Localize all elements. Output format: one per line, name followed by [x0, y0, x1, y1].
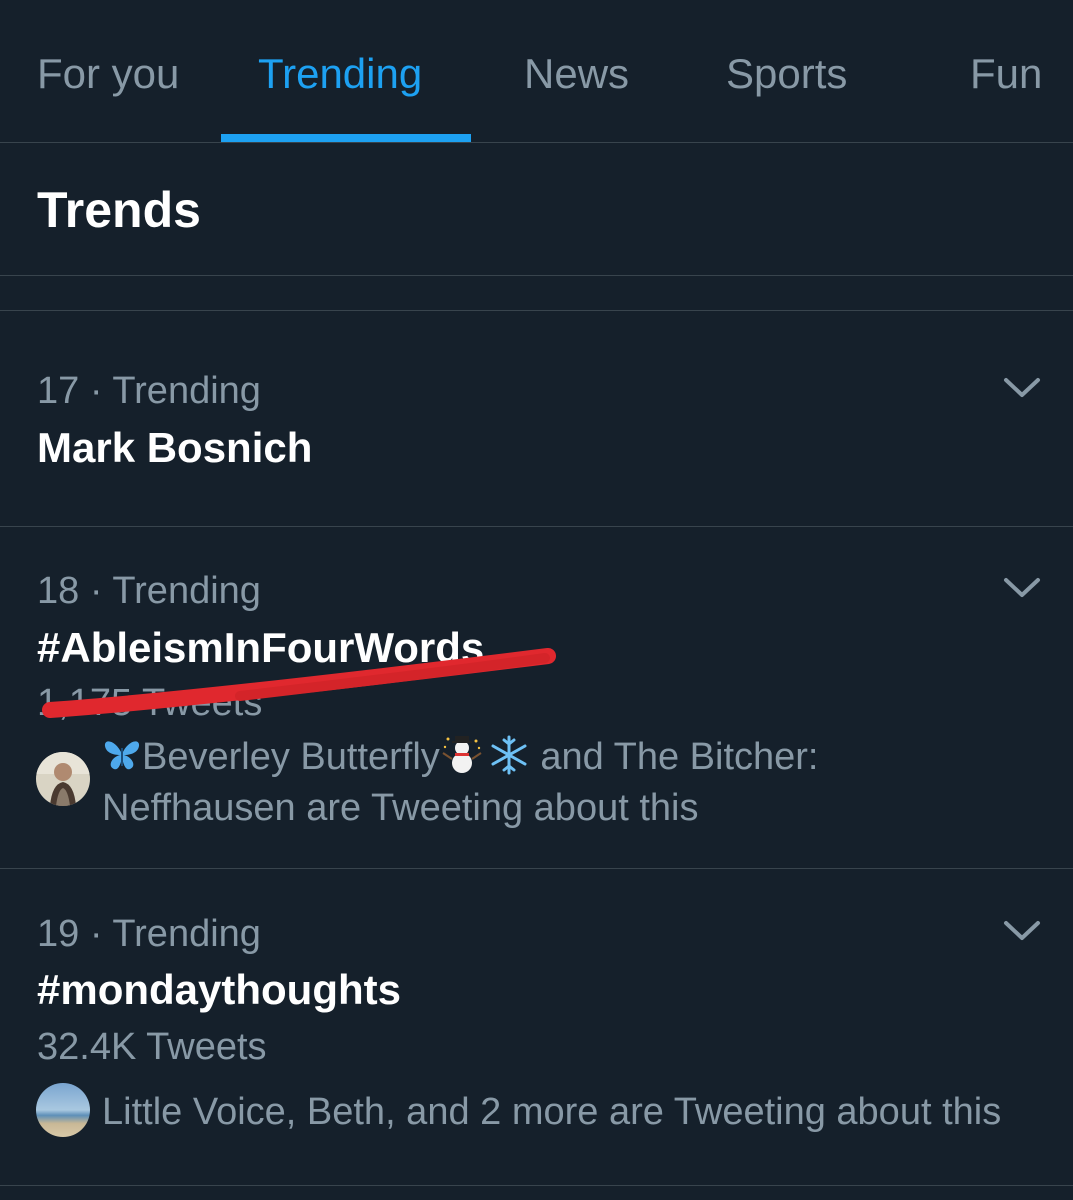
social-context: Beverley Butterfly and The Bitcher: — [102, 731, 819, 783]
trend-tweet-count: 32.4K Tweets — [37, 1026, 267, 1068]
social-names-rest: and The Bitcher: — [529, 736, 819, 778]
snowflake-icon — [491, 735, 527, 775]
trend-meta: 17 · Trending — [37, 370, 261, 412]
snowman-icon — [442, 736, 482, 773]
social-context-line2: Neffhausen are Tweeting about this — [102, 787, 699, 829]
trend-meta: 19 · Trending — [37, 913, 261, 955]
tab-sports[interactable]: Sports — [726, 48, 847, 100]
avatar[interactable] — [36, 752, 90, 806]
tab-for-you[interactable]: For you — [37, 48, 179, 100]
section-title: Trends — [37, 182, 201, 238]
active-tab-indicator — [221, 134, 471, 142]
avatar[interactable] — [36, 1083, 90, 1137]
social-name: Beverley Butterfly — [142, 736, 440, 778]
trend-tweet-count: 1,175 Tweets — [37, 682, 263, 724]
tab-trending[interactable]: Trending — [258, 48, 422, 100]
social-context: Little Voice, Beth, and 2 more are Tweet… — [102, 1091, 1002, 1133]
trend-meta: 18 · Trending — [37, 570, 261, 612]
trend-item[interactable]: 18 · Trending #AbleismInFourWords 1,175 … — [0, 527, 1073, 869]
trend-name[interactable]: #AbleismInFourWords — [37, 624, 484, 672]
tab-fun[interactable]: Fun — [970, 48, 1042, 100]
butterfly-icon — [104, 741, 140, 770]
trend-name[interactable]: Mark Bosnich — [37, 424, 312, 472]
trend-name[interactable]: #mondaythoughts — [37, 966, 401, 1014]
chevron-down-icon[interactable] — [1000, 373, 1044, 403]
trend-item[interactable]: 19 · Trending #mondaythoughts 32.4K Twee… — [0, 869, 1073, 1186]
trend-item[interactable]: 17 · Trending Mark Bosnich — [0, 311, 1073, 527]
top-tab-bar: For you Trending News Sports Fun — [0, 0, 1073, 143]
chevron-down-icon[interactable] — [1000, 916, 1044, 946]
tab-news[interactable]: News — [524, 48, 629, 100]
chevron-down-icon[interactable] — [1000, 573, 1044, 603]
